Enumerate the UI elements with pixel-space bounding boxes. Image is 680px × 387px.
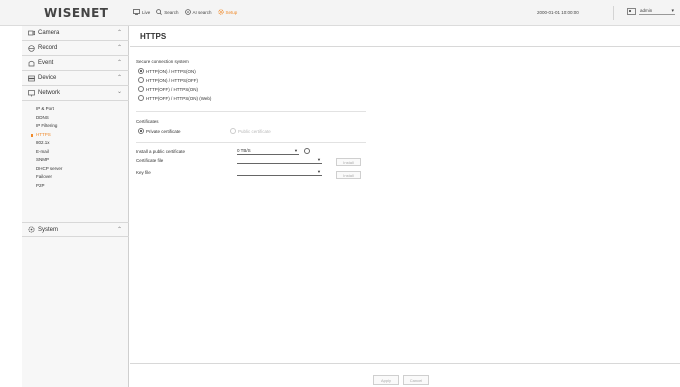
gear-icon [217, 9, 224, 15]
secure-option-1-label: HTTP(ON) / HTTPS(ON) [146, 68, 196, 74]
network-icon [28, 89, 35, 96]
sidebar-item-device-label: Device [38, 75, 57, 81]
install-cert-button[interactable]: Install [336, 158, 361, 166]
radio-button[interactable] [138, 95, 144, 101]
nav-ai-search-label: AI search [192, 9, 212, 15]
secure-connection-label: Secure connection system [136, 59, 189, 64]
top-bar: WISENET Live Search AI search Setup 2000… [0, 0, 680, 26]
datetime: 2000-01-01 10:00:00 [537, 10, 579, 15]
chevron-down-icon: ⌄ [116, 89, 122, 95]
ai-search-icon [184, 9, 191, 15]
sidebar-item-network[interactable]: Network ⌄ [22, 86, 129, 101]
nav-live[interactable]: Live [133, 9, 150, 15]
private-certificate-option[interactable]: Private certificate [138, 128, 181, 134]
secure-option-4-label: HTTP(OFF) / HTTPS(ON) (Web) [146, 95, 212, 101]
caret-down-icon: ▼ [317, 157, 321, 162]
certificates-label: Certificates [136, 119, 159, 124]
chevron-down-icon: ▾ [671, 7, 674, 14]
sidebar-item-camera[interactable]: Camera ⌃ [22, 26, 129, 41]
sidebar-item-event[interactable]: Event ⌃ [22, 56, 129, 71]
chevron-up-icon: ⌃ [116, 75, 122, 81]
caret-down-icon: ▼ [294, 148, 298, 153]
section-divider [136, 142, 366, 143]
footer-divider [130, 363, 680, 364]
radio-button[interactable] [138, 77, 144, 83]
chevron-up-icon: ⌃ [116, 30, 122, 36]
camera-icon [28, 30, 35, 36]
sidebar: Camera ⌃ Record ⌃ Event ⌃ Device ⌃ Netwo… [22, 26, 129, 387]
secure-option-1[interactable]: HTTP(ON) / HTTPS(ON) [138, 68, 196, 74]
divider [613, 6, 614, 20]
record-icon [28, 44, 35, 52]
install-key-button[interactable]: Install [336, 171, 361, 179]
certificate-file-select[interactable]: ▼ [237, 157, 322, 164]
network-submenu: IP & Port DDNS IP Filtering HTTPS 802.1x… [30, 105, 62, 191]
sidebar-item-camera-label: Camera [38, 30, 60, 36]
main-panel: HTTPS Secure connection system HTTP(ON) … [130, 26, 680, 387]
secure-option-2-label: HTTP(ON) / HTTPS(OFF) [146, 77, 198, 83]
secure-option-4[interactable]: HTTP(OFF) / HTTPS(ON) (Web) [138, 95, 211, 101]
install-public-cert-label: Install a public certificate [136, 149, 186, 154]
chevron-up-icon: ⌃ [116, 60, 122, 66]
monitor-icon [133, 9, 140, 15]
sidebar-item-record[interactable]: Record ⌃ [22, 41, 129, 56]
submenu-snmp[interactable]: SNMP [36, 156, 62, 165]
event-icon [28, 60, 35, 66]
submenu-https[interactable]: HTTPS [30, 131, 62, 140]
submenu-ddns[interactable]: DDNS [36, 114, 62, 123]
info-icon[interactable] [304, 148, 310, 154]
submenu-8021x[interactable]: 802.1x [36, 139, 62, 148]
secure-option-3-label: HTTP(OFF) / HTTPS(ON) [146, 86, 198, 92]
chevron-up-icon: ⌃ [116, 227, 122, 233]
install-cert-value: 0 TB/S [237, 148, 251, 153]
sidebar-item-network-label: Network [38, 90, 61, 96]
submenu-p2p[interactable]: P2P [36, 182, 62, 191]
user-icon [627, 7, 636, 15]
cancel-button[interactable]: Cancel [403, 375, 429, 385]
system-icon [28, 226, 35, 233]
nav-live-label: Live [142, 9, 151, 15]
submenu-failover[interactable]: Failover [36, 173, 62, 182]
user-select[interactable]: admin ▾ [639, 7, 675, 15]
submenu-ip-filtering[interactable]: IP Filtering [36, 122, 62, 131]
radio-button[interactable] [138, 128, 144, 134]
key-file-select[interactable]: ▼ [237, 169, 322, 176]
sidebar-item-device[interactable]: Device ⌃ [22, 71, 129, 86]
private-certificate-label: Private certificate [146, 128, 181, 134]
sidebar-item-record-label: Record [38, 45, 58, 51]
top-nav: Live Search AI search Setup [133, 9, 237, 15]
section-divider [136, 111, 366, 112]
install-cert-select[interactable]: 0 TB/S ▼ [237, 148, 299, 155]
chevron-up-icon: ⌃ [116, 45, 122, 51]
search-icon [156, 9, 163, 15]
user-name: admin [640, 8, 653, 13]
radio-button[interactable] [230, 128, 236, 134]
nav-setup[interactable]: Setup [217, 9, 238, 15]
public-certificate-label: Public certificate [238, 128, 271, 134]
nav-ai-search[interactable]: AI search [184, 9, 212, 15]
sidebar-item-system-label: System [38, 226, 59, 233]
title-divider [130, 46, 680, 47]
certificate-file-label: Certificate file [136, 158, 164, 163]
submenu-dhcp-server[interactable]: DHCP server [36, 165, 62, 174]
key-file-label: Key file [136, 170, 151, 175]
nav-search[interactable]: Search [156, 9, 179, 15]
sidebar-item-system[interactable]: System ⌃ [22, 222, 129, 237]
nav-search-label: Search [164, 9, 179, 15]
secure-option-2[interactable]: HTTP(ON) / HTTPS(OFF) [138, 77, 198, 83]
user-area[interactable]: admin ▾ [627, 7, 675, 15]
submenu-email[interactable]: E-mail [36, 148, 62, 157]
radio-button[interactable] [138, 86, 144, 92]
caret-down-icon: ▼ [317, 169, 321, 174]
apply-button[interactable]: Apply [373, 375, 399, 385]
secure-option-3[interactable]: HTTP(OFF) / HTTPS(ON) [138, 86, 198, 92]
device-icon [28, 75, 35, 81]
wisenet-logo: WISENET [44, 6, 109, 20]
sidebar-item-event-label: Event [38, 60, 54, 66]
submenu-ip-port[interactable]: IP & Port [36, 105, 62, 114]
public-certificate-option[interactable]: Public certificate [230, 128, 271, 134]
nav-setup-label: Setup [225, 9, 238, 15]
radio-button[interactable] [138, 68, 144, 74]
page-title: HTTPS [140, 32, 167, 41]
